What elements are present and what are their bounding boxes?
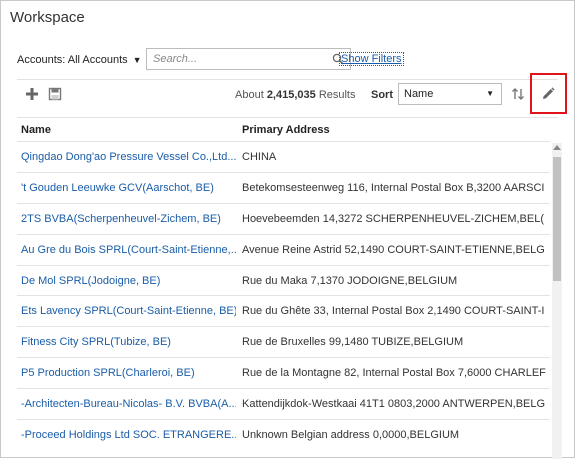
- table-row[interactable]: 2TS BVBA(Scherpenheuvel-Zichem, BE) Hoeve…: [17, 202, 550, 234]
- primary-address: Avenue Reine Astrid 52,1490 COURT-SAINT-…: [242, 243, 545, 256]
- account-name-link[interactable]: De Mol SPRL(Jodoigne, BE): [21, 275, 236, 287]
- workspace-panel: Workspace Accounts: All Accounts ▼ Show …: [0, 0, 575, 459]
- primary-address: Unknown Belgian address 0,0000,BELGIUM: [242, 429, 460, 442]
- account-name-link[interactable]: 't Gouden Leeuwke GCV(Aarschot, BE): [21, 182, 236, 194]
- account-name-link[interactable]: Au Gre du Bois SPRL(Court-Saint-Etienne,…: [21, 244, 236, 256]
- account-name-link[interactable]: Ets Lavency SPRL(Court-Saint-Etienne, BE…: [21, 305, 236, 317]
- results-toolbar: About 2,415,035 Results Sort Name ▼: [17, 81, 558, 109]
- table-row[interactable]: Ets Lavency SPRL(Court-Saint-Etienne, BE…: [17, 295, 550, 326]
- account-name-link[interactable]: -Proceed Holdings Ltd SOC. ETRANGERE...: [21, 429, 236, 441]
- sort-select[interactable]: Name ▼: [398, 83, 502, 105]
- table-row[interactable]: Au Gre du Bois SPRL(Court-Saint-Etienne,…: [17, 233, 550, 265]
- column-header-primary-address[interactable]: Primary Address: [242, 124, 330, 136]
- results-count: About 2,415,035 Results: [235, 89, 356, 101]
- primary-address: Rue de Bruxelles 99,1480 TUBIZE,BELGIUM: [242, 336, 464, 349]
- account-name-link[interactable]: Fitness City SPRL(Tubize, BE): [21, 336, 236, 348]
- results-number: 2,415,035: [266, 89, 316, 101]
- search-input[interactable]: [147, 53, 317, 65]
- results-suffix: Results: [318, 89, 356, 101]
- primary-address: Rue de la Montagne 82, Internal Postal B…: [242, 367, 546, 380]
- filter-row: Accounts: All Accounts ▼ Show Filters: [17, 48, 404, 71]
- table-row[interactable]: -Architecten-Bureau-Nicolas- B.V. BVBA(A…: [17, 388, 550, 419]
- primary-address: CHINA: [242, 151, 277, 163]
- account-name-link[interactable]: Qingdao Dong'ao Pressure Vessel Co.,Ltd.…: [21, 151, 236, 163]
- accounts-dropdown[interactable]: Accounts: All Accounts ▼: [17, 54, 142, 66]
- table-row[interactable]: P5 Production SPRL(Charleroi, BE) Rue de …: [17, 357, 550, 388]
- edit-button-highlight: [530, 73, 567, 114]
- scroll-thumb[interactable]: [553, 157, 561, 281]
- plus-icon[interactable]: [25, 87, 39, 101]
- divider: [17, 79, 558, 80]
- primary-address: Hoevebeemden 14,3272 SCHERPENHEUVEL-ZICH…: [242, 212, 545, 225]
- export-icon[interactable]: [48, 87, 62, 101]
- pencil-icon[interactable]: [541, 87, 555, 101]
- vertical-scrollbar[interactable]: [552, 143, 562, 459]
- primary-address: Kattendijkdok-Westkaai 41T1 0803,2000 AN…: [242, 398, 546, 411]
- divider: [17, 117, 558, 118]
- table-row[interactable]: -Proceed Holdings Ltd SOC. ETRANGERE... U…: [17, 419, 550, 450]
- show-filters-link[interactable]: Show Filters: [339, 52, 404, 66]
- page-title: Workspace: [10, 9, 85, 26]
- table-row[interactable]: Fitness City SPRL(Tubize, BE) Rue de Brux…: [17, 326, 550, 357]
- primary-address: Rue du Maka 7,1370 JODOIGNE,BELGIUM: [242, 274, 458, 287]
- table-row[interactable]: Qingdao Dong'ao Pressure Vessel Co.,Ltd.…: [17, 141, 550, 172]
- column-header-name[interactable]: Name: [21, 124, 51, 136]
- sort-value: Name: [404, 88, 434, 100]
- account-name-link[interactable]: P5 Production SPRL(Charleroi, BE): [21, 367, 236, 379]
- chevron-down-icon: ▼: [486, 89, 494, 98]
- sort-order-icon[interactable]: [511, 87, 525, 101]
- results-table: Qingdao Dong'ao Pressure Vessel Co.,Ltd.…: [17, 141, 550, 459]
- primary-address: Rue du Ghête 33, Internal Postal Box 2,1…: [242, 305, 545, 318]
- primary-address: Betekomsesteenweg 116, Internal Postal B…: [242, 181, 545, 194]
- search-box: [146, 48, 351, 70]
- accounts-label: Accounts: All Accounts: [17, 54, 128, 66]
- table-row[interactable]: 't Gouden Leeuwke GCV(Aarschot, BE) Betek…: [17, 171, 550, 203]
- table-header: Name Primary Address: [17, 119, 550, 141]
- scroll-up-icon[interactable]: [553, 145, 561, 150]
- chevron-down-icon: ▼: [132, 55, 142, 65]
- account-name-link[interactable]: -Architecten-Bureau-Nicolas- B.V. BVBA(A…: [21, 398, 236, 410]
- account-name-link[interactable]: 2TS BVBA(Scherpenheuvel-Zichem, BE): [21, 213, 236, 225]
- results-prefix: About: [235, 89, 264, 101]
- table-row[interactable]: De Mol SPRL(Jodoigne, BE) Rue du Maka 7,1…: [17, 264, 550, 296]
- sort-label: Sort: [371, 89, 393, 101]
